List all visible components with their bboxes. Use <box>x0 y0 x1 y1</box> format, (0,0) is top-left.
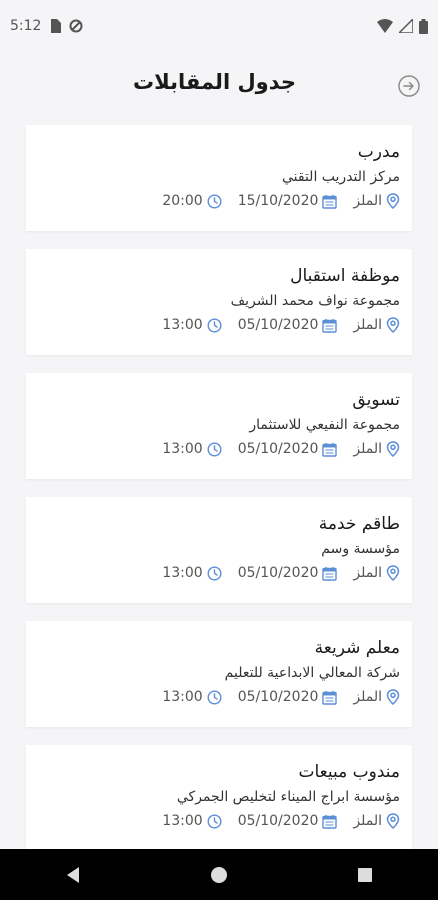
calendar-icon <box>322 318 338 333</box>
time-text: 13:00 <box>162 317 203 333</box>
interview-meta: الملز 05/10/2020 13:00 <box>36 441 400 457</box>
clock-icon <box>207 441 222 457</box>
company-name: مؤسسة وسم <box>321 541 400 557</box>
data-saver-icon <box>69 19 83 33</box>
time-text: 13:00 <box>162 441 203 457</box>
recents-square-icon <box>358 867 372 882</box>
interview-meta: الملز 05/10/2020 13:00 <box>36 813 400 829</box>
status-left: 5:12 <box>10 18 83 34</box>
back-triangle-icon <box>67 866 79 883</box>
time-text: 13:00 <box>162 565 203 581</box>
company-name: مجموعة نواف محمد الشريف <box>230 293 400 309</box>
back-button[interactable] <box>397 74 421 98</box>
location-pin-icon <box>386 813 400 829</box>
date-text: 05/10/2020 <box>237 565 319 581</box>
job-title: موظفة استقبال <box>290 266 400 286</box>
time-group: 13:00 <box>162 565 222 581</box>
location-text: الملز <box>353 689 382 705</box>
location-pin-icon <box>386 689 400 705</box>
clock-icon <box>207 813 222 829</box>
status-bar: 5:12 <box>0 0 438 52</box>
signal-icon <box>399 19 413 33</box>
time-text: 20:00 <box>162 193 203 209</box>
location-pin-icon <box>386 565 400 581</box>
status-time: 5:12 <box>10 18 42 34</box>
location-pin-icon <box>386 441 400 457</box>
nav-home-button[interactable] <box>189 849 249 900</box>
job-title: طاقم خدمة <box>318 514 400 534</box>
location-pin-icon <box>386 193 400 209</box>
clock-icon <box>207 193 222 209</box>
date-text: 05/10/2020 <box>237 813 319 829</box>
interview-list: مدرب مركز التدريب التقني الملز 15/10/202… <box>26 125 412 869</box>
location-text: الملز <box>353 193 382 209</box>
date-group: 05/10/2020 <box>238 441 338 457</box>
location-group: الملز <box>353 689 400 705</box>
time-group: 13:00 <box>162 441 222 457</box>
interview-card[interactable]: معلم شريعة شركة المعالي الابداعية للتعلي… <box>26 621 412 727</box>
interview-card[interactable]: تسويق مجموعة النفيعي للاستثمار الملز 05/… <box>26 373 412 479</box>
location-group: الملز <box>353 317 400 333</box>
company-name: مركز التدريب التقني <box>281 169 400 185</box>
time-group: 13:00 <box>162 813 222 829</box>
interview-card[interactable]: طاقم خدمة مؤسسة وسم الملز 05/10/2020 13:… <box>26 497 412 603</box>
date-group: 15/10/2020 <box>238 193 338 209</box>
clock-icon <box>207 689 222 705</box>
location-group: الملز <box>353 193 400 209</box>
location-text: الملز <box>353 317 382 333</box>
clock-icon <box>207 317 222 333</box>
interview-meta: الملز 15/10/2020 20:00 <box>36 193 400 209</box>
location-group: الملز <box>353 441 400 457</box>
battery-icon <box>419 18 428 34</box>
calendar-icon <box>322 442 338 457</box>
date-group: 05/10/2020 <box>238 317 338 333</box>
date-group: 05/10/2020 <box>238 813 338 829</box>
location-group: الملز <box>353 565 400 581</box>
date-group: 05/10/2020 <box>238 565 338 581</box>
time-group: 13:00 <box>162 317 222 333</box>
calendar-icon <box>322 690 338 705</box>
job-title: مندوب مبيعات <box>298 762 400 782</box>
interview-meta: الملز 05/10/2020 13:00 <box>36 565 400 581</box>
system-nav-bar <box>0 849 438 900</box>
clock-icon <box>207 565 222 581</box>
nav-back-button[interactable] <box>43 849 103 900</box>
company-name: شركة المعالي الابداعية للتعليم <box>224 665 400 681</box>
location-group: الملز <box>353 813 400 829</box>
time-text: 13:00 <box>162 813 203 829</box>
date-group: 05/10/2020 <box>238 689 338 705</box>
date-text: 05/10/2020 <box>237 689 319 705</box>
home-circle-icon <box>211 866 227 883</box>
date-text: 15/10/2020 <box>237 193 319 209</box>
location-text: الملز <box>353 441 382 457</box>
date-text: 05/10/2020 <box>237 317 319 333</box>
location-pin-icon <box>386 317 400 333</box>
interview-card[interactable]: مندوب مبيعات مؤسسة ابراج الميناء لتخليص … <box>26 745 412 851</box>
interview-meta: الملز 05/10/2020 13:00 <box>36 689 400 705</box>
company-name: مجموعة النفيعي للاستثمار <box>249 417 400 433</box>
location-text: الملز <box>353 565 382 581</box>
page-title: جدول المقابلات <box>133 70 296 94</box>
calendar-icon <box>322 814 338 829</box>
arrow-right-circle-icon <box>398 75 420 97</box>
header: جدول المقابلات <box>0 62 438 108</box>
interview-card[interactable]: موظفة استقبال مجموعة نواف محمد الشريف ال… <box>26 249 412 355</box>
time-group: 20:00 <box>162 193 222 209</box>
job-title: تسويق <box>352 390 400 410</box>
company-name: مؤسسة ابراج الميناء لتخليص الجمركي <box>176 789 400 805</box>
calendar-icon <box>322 194 338 209</box>
sim-icon <box>51 19 62 33</box>
job-title: معلم شريعة <box>314 638 400 658</box>
interview-meta: الملز 05/10/2020 13:00 <box>36 317 400 333</box>
job-title: مدرب <box>357 142 400 162</box>
location-text: الملز <box>353 813 382 829</box>
time-text: 13:00 <box>162 689 203 705</box>
status-right <box>377 18 428 34</box>
date-text: 05/10/2020 <box>237 441 319 457</box>
interview-card[interactable]: مدرب مركز التدريب التقني الملز 15/10/202… <box>26 125 412 231</box>
nav-recents-button[interactable] <box>335 849 395 900</box>
wifi-icon <box>377 19 393 33</box>
time-group: 13:00 <box>162 689 222 705</box>
calendar-icon <box>322 566 338 581</box>
